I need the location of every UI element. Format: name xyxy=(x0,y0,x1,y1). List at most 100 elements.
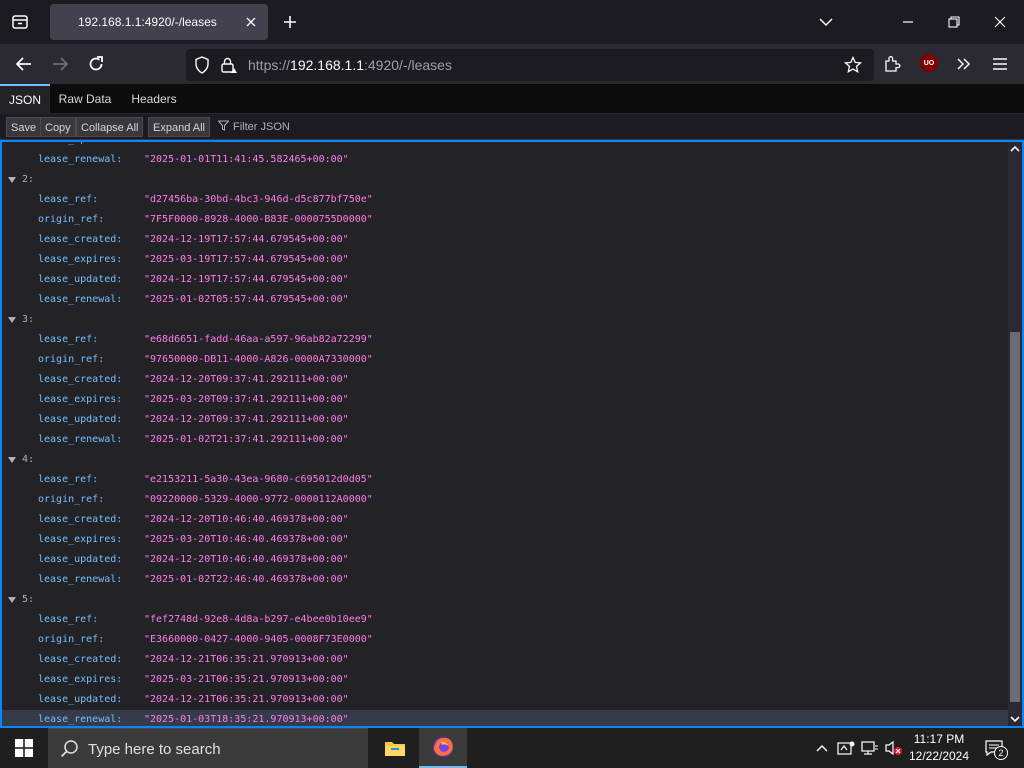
restore-icon[interactable] xyxy=(942,10,966,34)
json-field-row[interactable]: lease_updated: "2024-12-19T17:57:44.67954… xyxy=(2,270,1008,290)
json-key: lease_renewal: xyxy=(38,154,123,165)
json-field-row[interactable]: origin_ref: "09220000-5329-4000-9772-0000… xyxy=(2,490,1008,510)
expand-toggle-icon[interactable] xyxy=(8,177,16,183)
expand-toggle-icon[interactable] xyxy=(8,457,16,463)
json-key: lease_updated: xyxy=(38,142,122,150)
scroll-up-arrow-icon[interactable] xyxy=(1008,142,1022,156)
json-field-row[interactable]: lease_renewal: "2025-01-02T05:57:44.67954… xyxy=(2,290,1008,310)
json-value: "2024-12-20T09:37:41.292111+00:00" xyxy=(144,374,349,385)
shield-icon[interactable] xyxy=(194,56,210,79)
json-field-row[interactable]: lease_expires: "2025-03-20T10:46:40.46937… xyxy=(2,530,1008,550)
json-key: origin_ref: xyxy=(38,354,105,365)
json-field-row[interactable]: lease_created: "2024-12-20T09:37:41.29211… xyxy=(2,370,1008,390)
json-key: lease_updated: xyxy=(38,694,123,705)
json-field-row[interactable]: lease_expires: "2025-03-20T09:37:41.29211… xyxy=(2,390,1008,410)
url-host: 192.168.1.1 xyxy=(290,57,364,73)
hamburger-menu-icon[interactable] xyxy=(988,52,1012,76)
tray-app-icon[interactable] xyxy=(836,738,856,758)
lock-warning-icon[interactable] xyxy=(220,56,238,79)
tab-headers[interactable]: Headers xyxy=(122,84,186,114)
taskbar: Type here to search 11:17 PM 12/22/2024 … xyxy=(0,728,1024,768)
json-entry-header[interactable]: 2: xyxy=(2,170,1008,190)
firefox-icon[interactable] xyxy=(419,728,467,768)
json-key: lease_expires: xyxy=(38,534,123,545)
url-bar[interactable]: https://192.168.1.1:4920/-/leases xyxy=(186,49,874,81)
tab-json[interactable]: JSON xyxy=(0,84,50,114)
json-field-row[interactable]: origin_ref: "7F5F0000-8928-4000-B83E-0000… xyxy=(2,210,1008,230)
json-field-row[interactable]: lease_updated: "2024-12-21T06:35:21.97091… xyxy=(2,690,1008,710)
forward-arrow-icon[interactable] xyxy=(48,52,72,76)
network-icon[interactable] xyxy=(860,738,880,758)
json-tree-panel[interactable]: lease_updated: "2025-01-01T11:41:45.5824… xyxy=(0,140,1024,728)
collapse-all-button[interactable]: Collapse All xyxy=(76,117,144,137)
expand-all-button[interactable]: Expand All xyxy=(148,117,210,137)
chevron-down-icon[interactable] xyxy=(814,10,838,34)
json-field-row[interactable]: lease_renewal: "2025-01-01T11:41:45.5824… xyxy=(2,150,1008,170)
json-entry-header[interactable]: 3: xyxy=(2,310,1008,330)
json-field-row[interactable]: lease_updated: "2025-01-01T11:41:45.5824… xyxy=(2,142,1008,150)
screen: { "browser": { "tab_title": "192.168.1.1… xyxy=(0,0,1024,768)
json-value: "E3660000-0427-4000-9405-0008F73E0000" xyxy=(144,634,373,645)
vertical-scrollbar[interactable] xyxy=(1008,142,1022,726)
windows-start-icon[interactable] xyxy=(0,728,48,768)
json-field-row[interactable]: origin_ref: "E3660000-0427-4000-9405-0008… xyxy=(2,630,1008,650)
json-field-row[interactable]: lease_renewal: "2025-01-03T18:35:21.97091… xyxy=(2,710,1008,726)
json-field-row[interactable]: lease_expires: "2025-03-21T06:35:21.97091… xyxy=(2,670,1008,690)
json-key: lease_renewal: xyxy=(38,574,123,585)
json-field-row[interactable]: lease_ref: "e68d6651-fadd-46aa-a597-96ab8… xyxy=(2,330,1008,350)
scroll-down-arrow-icon[interactable] xyxy=(1008,712,1022,726)
json-field-row[interactable]: lease_expires: "2025-03-19T17:57:44.67954… xyxy=(2,250,1008,270)
filter-json[interactable] xyxy=(217,118,433,136)
json-field-row[interactable]: lease_ref: "fef2748d-92e8-4d8a-b297-e4bee… xyxy=(2,610,1008,630)
bookmark-star-icon[interactable] xyxy=(843,55,863,79)
ublock-origin-icon[interactable]: UO xyxy=(920,54,938,72)
json-entry-header[interactable]: 4: xyxy=(2,450,1008,470)
close-window-icon[interactable] xyxy=(988,10,1012,34)
json-field-row[interactable]: lease_updated: "2024-12-20T10:46:40.46937… xyxy=(2,550,1008,570)
json-field-row[interactable]: lease_renewal: "2025-01-02T22:46:40.46937… xyxy=(2,570,1008,590)
expand-toggle-icon[interactable] xyxy=(8,597,16,603)
viewer-tab-strip: JSON Raw Data Headers xyxy=(0,84,1024,114)
extensions-icon[interactable] xyxy=(880,52,904,76)
overflow-chevrons-icon[interactable] xyxy=(952,52,976,76)
json-toolbar: Save Copy Collapse All Expand All xyxy=(0,114,1024,140)
json-value: "2024-12-19T17:57:44.679545+00:00" xyxy=(144,234,349,245)
navigation-bar: https://192.168.1.1:4920/-/leases UO xyxy=(0,44,1024,84)
speaker-muted-icon[interactable] xyxy=(884,738,904,758)
scroll-thumb[interactable] xyxy=(1010,332,1020,702)
json-key: lease_expires: xyxy=(38,674,123,685)
chevron-up-icon[interactable] xyxy=(812,738,832,758)
json-field-row[interactable]: lease_created: "2024-12-20T10:46:40.46937… xyxy=(2,510,1008,530)
tab-list-icon[interactable] xyxy=(8,10,32,34)
reload-icon[interactable] xyxy=(84,52,108,76)
json-value: "2025-03-20T09:37:41.292111+00:00" xyxy=(144,394,349,405)
close-tab-icon[interactable] xyxy=(242,13,260,31)
file-explorer-icon[interactable] xyxy=(371,728,419,768)
new-tab-icon[interactable] xyxy=(278,10,302,34)
clock[interactable]: 11:17 PM 12/22/2024 xyxy=(902,731,976,765)
back-arrow-icon[interactable] xyxy=(12,52,36,76)
filter-funnel-icon xyxy=(217,118,230,136)
json-key: origin_ref: xyxy=(38,634,105,645)
url-text[interactable]: https://192.168.1.1:4920/-/leases xyxy=(248,57,452,73)
json-field-row[interactable]: lease_updated: "2024-12-20T09:37:41.29211… xyxy=(2,410,1008,430)
tab-raw-data[interactable]: Raw Data xyxy=(52,84,118,114)
taskbar-search[interactable]: Type here to search xyxy=(48,728,368,768)
json-entry-header[interactable]: 5: xyxy=(2,590,1008,610)
copy-button[interactable]: Copy xyxy=(40,117,76,137)
expand-toggle-icon[interactable] xyxy=(8,317,16,323)
json-index: 2: xyxy=(22,174,35,185)
save-button[interactable]: Save xyxy=(6,117,42,137)
json-field-row[interactable]: lease_ref: "e2153211-5a30-43ea-9680-c6950… xyxy=(2,470,1008,490)
json-key: lease_expires: xyxy=(38,394,123,405)
browser-tab[interactable]: 192.168.1.1:4920/-/leases xyxy=(50,4,268,40)
filter-json-input[interactable] xyxy=(233,121,433,133)
json-field-row[interactable]: lease_renewal: "2025-01-02T21:37:41.29211… xyxy=(2,430,1008,450)
json-field-row[interactable]: origin_ref: "97650000-DB11-4000-A826-0000… xyxy=(2,350,1008,370)
json-field-row[interactable]: lease_created: "2024-12-21T06:35:21.97091… xyxy=(2,650,1008,670)
json-key: lease_renewal: xyxy=(38,714,123,725)
json-key: lease_ref: xyxy=(38,614,99,625)
json-field-row[interactable]: lease_created: "2024-12-19T17:57:44.67954… xyxy=(2,230,1008,250)
json-field-row[interactable]: lease_ref: "d27456ba-30bd-4bc3-946d-d5c87… xyxy=(2,190,1008,210)
minimize-icon[interactable] xyxy=(896,10,920,34)
